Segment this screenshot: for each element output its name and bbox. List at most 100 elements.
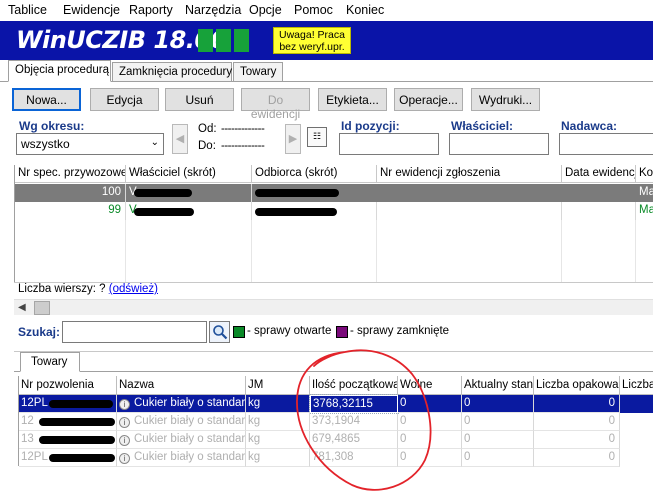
name-cell: i Cukier biały o standard [117,449,246,467]
prints-button[interactable]: Wydruki... [471,88,540,111]
name-cell: i Cukier biały o standard [117,413,246,431]
initial-quantity-cell: 679,4865 [310,431,398,449]
owner-label: Właściciel: [451,119,514,133]
rows-count: Liczba wierszy: ? (odśwież) [18,283,158,295]
redaction-mark [134,189,192,197]
status-square [216,29,231,52]
search-icon [212,325,227,340]
goods-grid: Nr pozwolenia Nazwa JM Ilość początkowa … [18,376,653,467]
info-icon: i [119,399,130,410]
edit-button[interactable]: Edycja [90,88,159,111]
app-banner: WinUCZIB 18.00 Uwaga! Praca bez weryf.up… [0,21,653,60]
tab-zamkniecia[interactable]: Zamknięcia procedury [112,62,232,82]
unit-cell: kg [246,395,310,413]
operations-button[interactable]: Operacje... [394,88,463,111]
current-state-cell: 0 [462,431,534,449]
period-label: Wg okresu: [19,119,85,133]
search-input[interactable] [62,321,207,343]
column-header[interactable]: Liczba opakowań [534,376,620,395]
column-header[interactable]: Właściciel (skrót) [126,165,252,183]
owner-input[interactable] [449,133,549,155]
warning-line-1: Uwaga! Praca [279,29,345,41]
unit-cell: kg [246,413,310,431]
delete-button[interactable]: Usuń [165,88,234,111]
column-header[interactable]: Kon [636,165,653,183]
to-value: ------------- [221,140,265,152]
redaction-mark [49,400,113,408]
column-header[interactable]: Nazwa [117,376,246,395]
column-header[interactable]: Nr spec. przywozowej [15,165,126,183]
scroll-left-icon[interactable]: ◀ [18,302,26,313]
prev-period-button[interactable]: ◀ [172,124,188,154]
column-header[interactable]: Odbiorca (skrót) [252,165,377,183]
rows-count-label: Liczba wierszy: [18,283,96,295]
redaction-mark [49,454,115,462]
to-label: Do: [198,140,216,152]
redaction-mark [39,436,115,444]
next-period-button[interactable]: ▶ [285,124,301,154]
menu-ewidencje[interactable]: Ewidencje [63,3,120,17]
tab-objecia[interactable]: Objęcia procedurą [8,60,111,82]
column-header[interactable]: Data ewidencji [562,165,636,183]
app-title: WinUCZIB 18.00 [16,26,227,54]
redaction-mark [39,418,115,426]
status-square [198,29,213,52]
main-grid: Nr spec. przywozowej Właściciel (skrót) … [14,165,653,282]
initial-quantity-cell: 373,1904 [310,413,398,431]
period-select[interactable]: wszystko ⌄ [16,133,164,155]
free-cell: 0 [398,395,462,413]
column-header[interactable]: Ilość początkowa [310,376,398,395]
tab-towary[interactable]: Towary [233,62,283,82]
name-cell: i Cukier biały o standard [117,395,246,413]
label-button[interactable]: Etykieta... [318,88,387,111]
menu-koniec[interactable]: Koniec [346,3,384,17]
calendar-icon[interactable]: ☷ [307,127,327,147]
to-register-button[interactable]: Do ewidencji [241,88,310,121]
column-header[interactable]: JM [246,376,310,395]
period-value: wszystko [21,137,70,151]
column-header[interactable]: Wolne [398,376,462,395]
scroll-thumb[interactable] [34,301,50,315]
info-icon: i [119,417,130,428]
menu-narzedzia[interactable]: Narzędzia [185,3,241,17]
position-id-input[interactable] [339,133,439,155]
free-cell: 0 [398,413,462,431]
refresh-link[interactable]: (odśwież) [109,283,158,295]
column-header[interactable]: Nr pozwolenia [19,376,117,395]
spec-number: 100 [15,184,126,202]
closed-cases-legend: - sprawy zamknięte [350,325,450,337]
redaction-mark [134,208,194,216]
open-cases-legend: - sprawy otwarte [247,325,332,337]
packages-cell: 0 [534,431,620,449]
column-header[interactable]: Nr ewidencji zgłoszenia [377,165,562,183]
spec-number: 99 [15,202,126,220]
sender-label: Nadawca: [561,119,618,133]
new-button[interactable]: Nowa... [12,88,81,111]
menu-opcje[interactable]: Opcje [249,3,282,17]
column-header[interactable]: Liczba [620,376,653,395]
warning-line-2: bez weryf.upr. [279,41,345,53]
menu-raporty[interactable]: Raporty [129,3,173,17]
status-square [234,29,249,52]
register-date-cell [562,202,636,220]
redaction-mark [255,189,339,197]
menu-tablice[interactable]: Tablice [8,3,47,17]
packages-cell: 0 [534,395,620,413]
initial-quantity-cell: 781,308 [310,449,398,467]
packages-cell: 0 [534,449,620,467]
tab-goods[interactable]: Towary [20,352,80,372]
initial-quantity-cell[interactable]: 3768,32115 [309,394,399,414]
position-id-label: Id pozycji: [341,119,400,133]
search-button[interactable] [209,321,230,343]
horizontal-scrollbar[interactable]: ◀ [14,299,653,315]
warning-badge: Uwaga! Praca bez weryf.upr. [273,27,351,54]
menu-pomoc[interactable]: Pomoc [294,3,333,17]
closed-cases-swatch [336,326,348,338]
unit-cell: kg [246,431,310,449]
name-cell: i Cukier biały o standard [117,431,246,449]
info-icon: i [119,453,130,464]
register-number-cell [377,202,562,220]
sender-input[interactable] [559,133,653,155]
rows-count-value: ? [99,283,106,295]
column-header[interactable]: Aktualny stan [462,376,534,395]
